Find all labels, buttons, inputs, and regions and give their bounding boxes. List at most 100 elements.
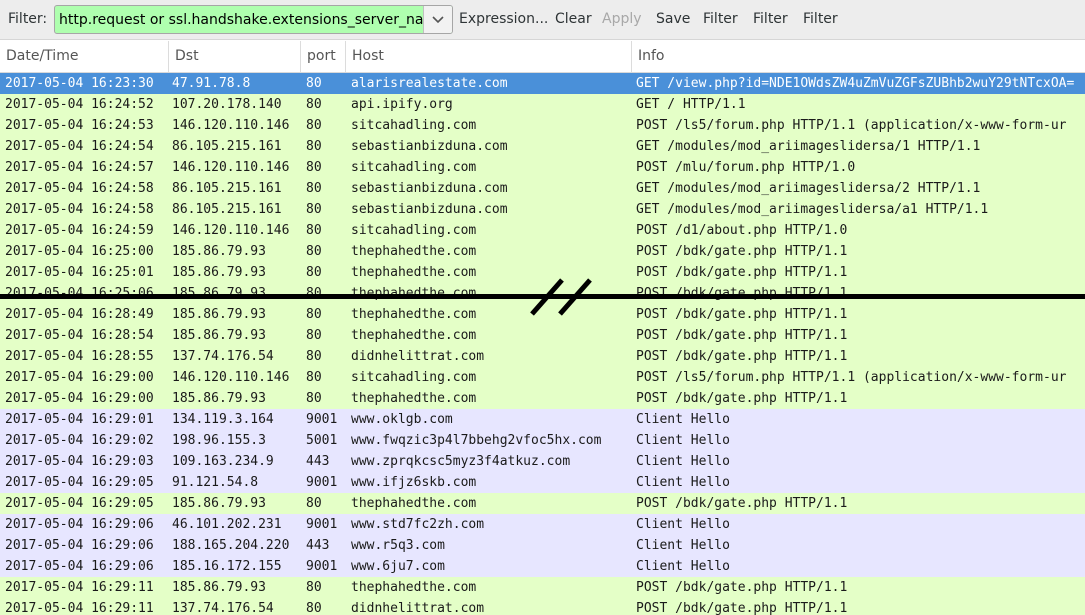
cell-port: 9001 [306,559,338,574]
cell-info: GET /modules/mod_ariimageslidersa/1 HTTP… [636,139,981,154]
cell-host: www.r5q3.com [351,538,445,553]
cell-dst: 91.121.54.8 [172,475,259,490]
packet-row[interactable]: 2017-05-04 16:29:06 46.101.202.231 9001 www… [0,514,1085,535]
cell-datetime: 2017-05-04 16:24:58 [5,202,154,217]
packet-row[interactable]: 2017-05-04 16:24:52 107.20.178.140 80 api.i… [0,94,1085,115]
display-filter-input[interactable] [55,6,423,33]
cell-port: 80 [306,181,322,196]
cell-dst: 134.119.3.164 [172,412,274,427]
cell-datetime: 2017-05-04 16:25:01 [5,265,154,280]
cell-dst: 185.86.79.93 [172,307,266,322]
cell-host: alarisrealestate.com [351,76,508,91]
break-slash-icon [530,278,592,316]
cell-info: POST /bdk/gate.php HTTP/1.1 [636,601,848,615]
cell-info: POST /bdk/gate.php HTTP/1.1 [636,391,848,406]
packet-row[interactable]: 2017-05-04 16:24:57 146.120.110.146 80 sitc… [0,157,1085,178]
cell-datetime: 2017-05-04 16:24:54 [5,139,154,154]
cell-dst: 146.120.110.146 [172,118,290,133]
cell-datetime: 2017-05-04 16:25:00 [5,244,154,259]
cell-info: POST /ls5/forum.php HTTP/1.1 (applicatio… [636,118,1067,133]
cell-datetime: 2017-05-04 16:29:06 [5,559,154,574]
display-filter-box[interactable] [54,5,453,34]
cell-host: thephahedthe.com [351,496,477,511]
cell-port: 80 [306,76,322,91]
packet-row[interactable]: 2017-05-04 16:24:59 146.120.110.146 80 sitc… [0,220,1085,241]
cell-info: POST /bdk/gate.php HTTP/1.1 [636,349,848,364]
packet-list-header: Date/Time Dst port Host Info [0,41,1085,73]
save-button[interactable]: Save [656,11,690,27]
column-header-dst[interactable]: Dst [169,41,301,72]
cell-dst: 185.16.172.155 [172,559,282,574]
column-header-port[interactable]: port [301,41,346,72]
cell-dst: 146.120.110.146 [172,223,290,238]
cell-port: 5001 [306,433,338,448]
cell-datetime: 2017-05-04 16:29:05 [5,475,154,490]
cell-host: sitcahadling.com [351,118,477,133]
packet-row[interactable]: 2017-05-04 16:29:11 137.74.176.54 80 didnhe… [0,598,1085,615]
packet-row[interactable]: 2017-05-04 16:29:05 91.121.54.8 9001 www.if… [0,472,1085,493]
packet-row[interactable]: 2017-05-04 16:29:01 134.119.3.164 9001 www.… [0,409,1085,430]
clear-button[interactable]: Clear [555,11,592,27]
packet-row[interactable]: 2017-05-04 16:24:54 86.105.215.161 80 sebas… [0,136,1085,157]
cell-port: 9001 [306,475,338,490]
filter-history-dropdown[interactable] [423,6,452,33]
cell-port: 80 [306,202,322,217]
filter-button-1[interactable]: Filter [703,11,738,27]
cell-dst: 198.96.155.3 [172,433,266,448]
packet-row[interactable]: 2017-05-04 16:29:02 198.96.155.3 5001 www.f… [0,430,1085,451]
packet-row[interactable]: 2017-05-04 16:24:53 146.120.110.146 80 sitc… [0,115,1085,136]
cell-dst: 146.120.110.146 [172,160,290,175]
cell-port: 80 [306,391,322,406]
cell-datetime: 2017-05-04 16:29:06 [5,538,154,553]
packet-row[interactable]: 2017-05-04 16:24:58 86.105.215.161 80 sebas… [0,178,1085,199]
packet-row[interactable]: 2017-05-04 16:29:00 185.86.79.93 80 thephah… [0,388,1085,409]
cell-info: GET /modules/mod_ariimageslidersa/a1 HTT… [636,202,989,217]
packet-row[interactable]: 2017-05-04 16:29:06 188.165.204.220 443 www… [0,535,1085,556]
cell-info: Client Hello [636,538,730,553]
packet-row[interactable]: 2017-05-04 16:23:30 47.91.78.8 80 alarisrea… [0,73,1085,94]
cell-host: api.ipify.org [351,97,453,112]
display-filter-toolbar: Filter: Expression... Clear Apply Save F… [0,0,1085,40]
cell-dst: 86.105.215.161 [172,202,282,217]
apply-button[interactable]: Apply [602,11,642,27]
cell-port: 80 [306,223,322,238]
packet-row[interactable]: 2017-05-04 16:24:58 86.105.215.161 80 sebas… [0,199,1085,220]
cell-host: didnhelittrat.com [351,349,485,364]
cell-dst: 86.105.215.161 [172,139,282,154]
column-header-info[interactable]: Info [632,41,1085,72]
cell-info: POST /mlu/forum.php HTTP/1.0 [636,160,856,175]
cell-datetime: 2017-05-04 16:24:57 [5,160,154,175]
cell-host: www.oklgb.com [351,412,453,427]
filter-button-2[interactable]: Filter [753,11,788,27]
packet-row[interactable]: 2017-05-04 16:29:06 185.16.172.155 9001 www… [0,556,1085,577]
column-header-host[interactable]: Host [346,41,632,72]
packet-row[interactable]: 2017-05-04 16:29:05 185.86.79.93 80 thephah… [0,493,1085,514]
cell-host: thephahedthe.com [351,244,477,259]
cell-host: sitcahadling.com [351,223,477,238]
cell-dst: 185.86.79.93 [172,496,266,511]
cell-port: 80 [306,160,322,175]
cell-info: POST /bdk/gate.php HTTP/1.1 [636,580,848,595]
cell-dst: 185.86.79.93 [172,580,266,595]
packet-row[interactable]: 2017-05-04 16:28:54 185.86.79.93 80 thephah… [0,325,1085,346]
cell-info: GET /view.php?id=NDE1OWdsZW4uZmVuZGFsZUB… [636,76,1075,91]
cell-host: sitcahadling.com [351,160,477,175]
cell-info: POST /bdk/gate.php HTTP/1.1 [636,496,848,511]
cell-dst: 137.74.176.54 [172,601,274,615]
cell-datetime: 2017-05-04 16:24:58 [5,181,154,196]
cell-dst: 185.86.79.93 [172,391,266,406]
cell-dst: 185.86.79.93 [172,244,266,259]
expression-button[interactable]: Expression... [459,11,548,27]
cell-host: thephahedthe.com [351,391,477,406]
packet-row[interactable]: 2017-05-04 16:25:00 185.86.79.93 80 thephah… [0,241,1085,262]
cell-datetime: 2017-05-04 16:29:11 [5,580,154,595]
cell-port: 80 [306,580,322,595]
packet-row[interactable]: 2017-05-04 16:29:03 109.163.234.9 443 www.z… [0,451,1085,472]
packet-row[interactable]: 2017-05-04 16:28:55 137.74.176.54 80 didnhe… [0,346,1085,367]
cell-port: 9001 [306,517,338,532]
packet-row[interactable]: 2017-05-04 16:29:00 146.120.110.146 80 sitc… [0,367,1085,388]
column-header-datetime[interactable]: Date/Time [0,41,169,72]
cell-host: thephahedthe.com [351,580,477,595]
packet-row[interactable]: 2017-05-04 16:29:11 185.86.79.93 80 thephah… [0,577,1085,598]
filter-button-3[interactable]: Filter [803,11,838,27]
